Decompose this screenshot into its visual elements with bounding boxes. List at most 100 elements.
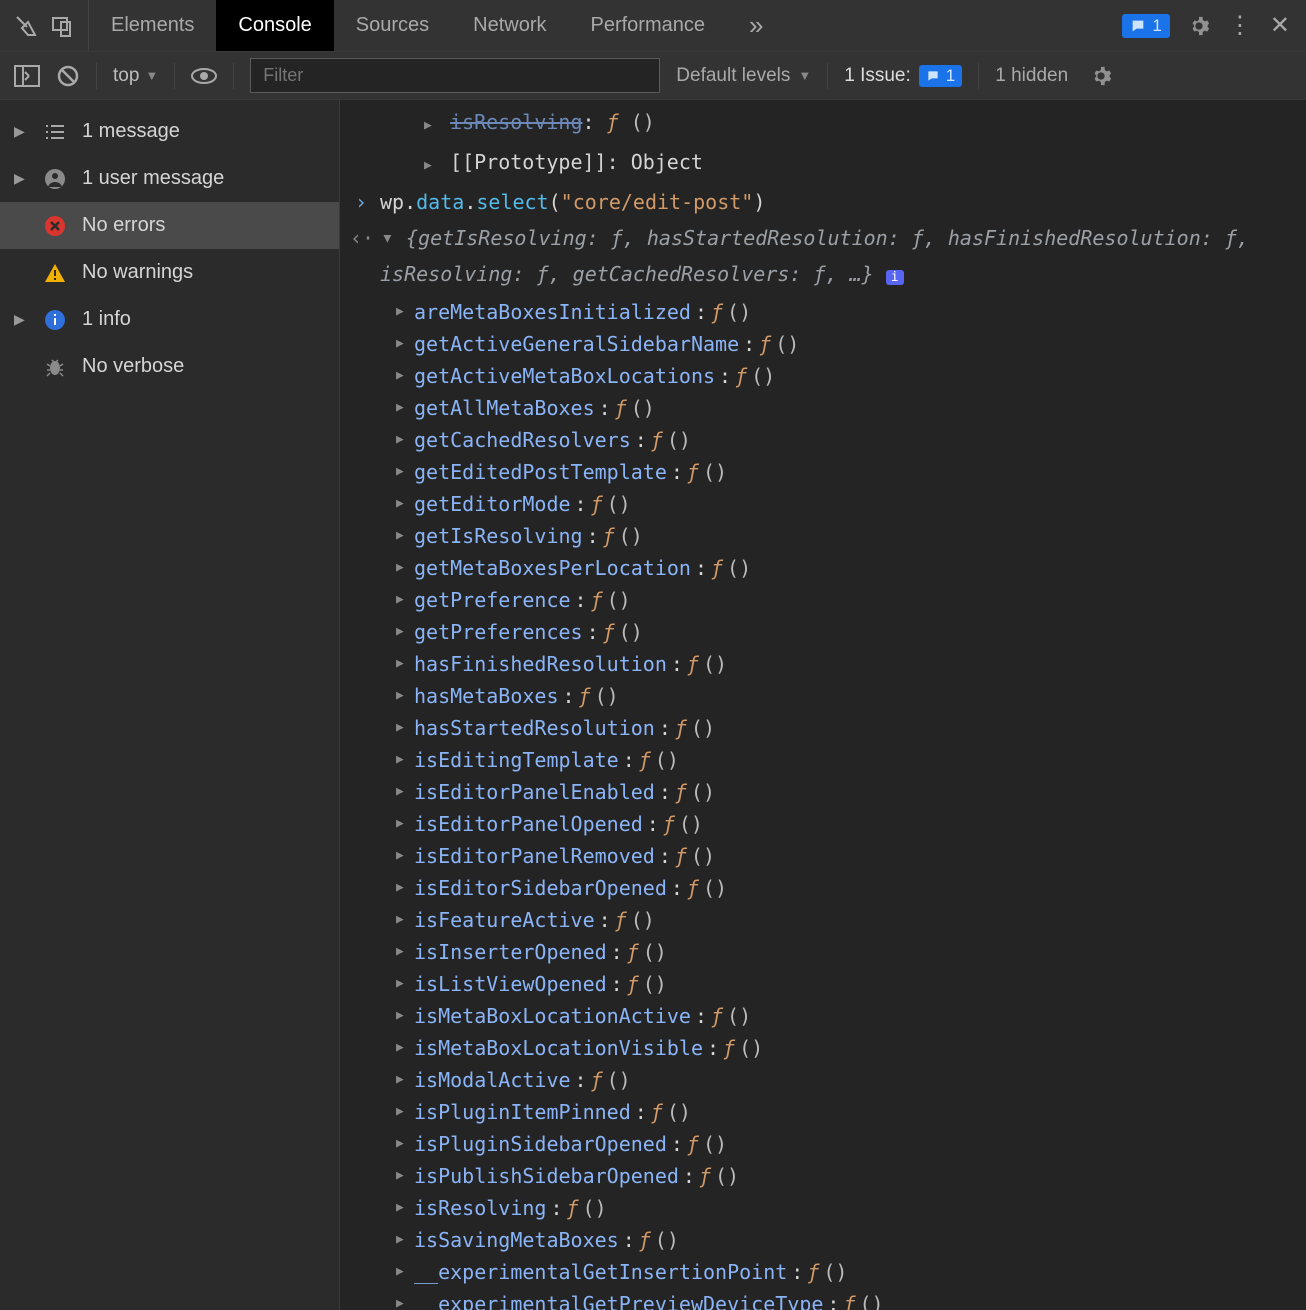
object-property-row[interactable]: ▶isModalActive: ƒ ()	[340, 1064, 1306, 1096]
object-property-row[interactable]: ▶isInserterOpened: ƒ ()	[340, 936, 1306, 968]
expand-arrow-icon[interactable]: ▶	[396, 296, 410, 328]
expand-arrow-icon[interactable]: ▶	[396, 328, 410, 360]
hidden-messages[interactable]: 1 hidden	[995, 65, 1068, 87]
issues-badge[interactable]: 1	[1122, 14, 1169, 38]
expand-arrow-icon[interactable]: ▶	[396, 904, 410, 936]
object-property-row[interactable]: ▶getMetaBoxesPerLocation: ƒ ()	[340, 552, 1306, 584]
expand-arrow-icon[interactable]: ▶	[396, 488, 410, 520]
device-toggle-icon[interactable]	[50, 14, 74, 38]
object-property-row[interactable]: ▶__experimentalGetPreviewDeviceType: ƒ (…	[340, 1288, 1306, 1310]
expand-arrow-icon[interactable]: ▶	[396, 360, 410, 392]
expand-arrow-icon[interactable]: ▶	[396, 680, 410, 712]
object-property-row[interactable]: ▶isPublishSidebarOpened: ƒ ()	[340, 1160, 1306, 1192]
sidebar-item[interactable]: No warnings	[0, 249, 339, 296]
expand-arrow-icon[interactable]: ▶	[396, 1288, 410, 1310]
context-label: top	[113, 65, 139, 87]
expand-arrow-icon[interactable]: ▶	[396, 1096, 410, 1128]
expand-arrow-icon[interactable]: ▶	[396, 616, 410, 648]
object-property-row[interactable]: ▶areMetaBoxesInitialized: ƒ ()	[340, 296, 1306, 328]
expand-arrow-icon[interactable]: ▶	[396, 776, 410, 808]
object-property-row[interactable]: ▶getActiveMetaBoxLocations: ƒ ()	[340, 360, 1306, 392]
object-property-row[interactable]: ▶getEditedPostTemplate: ƒ ()	[340, 456, 1306, 488]
expand-arrow-icon[interactable]: ▶	[396, 1192, 410, 1224]
expand-arrow-icon[interactable]: ▶	[396, 936, 410, 968]
object-property-row[interactable]: ▶isFeatureActive: ƒ ()	[340, 904, 1306, 936]
sidebar-item[interactable]: No errors	[0, 202, 339, 249]
tab-console[interactable]: Console	[216, 0, 333, 51]
issues-link[interactable]: 1 Issue: 1	[844, 65, 962, 87]
object-property-row[interactable]: ▶isMetaBoxLocationActive: ƒ ()	[340, 1000, 1306, 1032]
sidebar-toggle-icon[interactable]	[14, 65, 40, 87]
tab-elements[interactable]: Elements	[89, 0, 216, 51]
object-property-row[interactable]: ▶hasMetaBoxes: ƒ ()	[340, 680, 1306, 712]
expand-arrow-icon[interactable]: ▶	[396, 1128, 410, 1160]
live-expression-icon[interactable]	[191, 67, 217, 85]
close-devtools-icon[interactable]: ✕	[1270, 11, 1290, 40]
filter-input[interactable]	[250, 58, 660, 93]
object-property-row[interactable]: ▶getCachedResolvers: ƒ ()	[340, 424, 1306, 456]
info-icon	[42, 309, 68, 331]
expand-arrow-icon[interactable]: ▶	[424, 110, 438, 142]
chevron-down-icon: ▼	[798, 68, 811, 83]
object-property-row[interactable]: ▶getPreference: ƒ ()	[340, 584, 1306, 616]
kebab-menu-icon[interactable]: ⋮	[1228, 11, 1252, 40]
tab-overflow[interactable]: »	[727, 0, 785, 51]
expand-arrow-icon[interactable]: ▶	[396, 1000, 410, 1032]
divider	[174, 63, 175, 89]
sidebar-item[interactable]: ▶1 user message	[0, 155, 339, 202]
object-property-row[interactable]: ▶__experimentalGetInsertionPoint: ƒ ()	[340, 1256, 1306, 1288]
object-property-row[interactable]: ▶isPluginSidebarOpened: ƒ ()	[340, 1128, 1306, 1160]
expand-arrow-icon[interactable]: ▶	[396, 520, 410, 552]
expand-arrow-icon[interactable]: ▶	[396, 840, 410, 872]
inspect-icon[interactable]	[14, 14, 38, 38]
object-property-row[interactable]: ▶isEditorPanelEnabled: ƒ ()	[340, 776, 1306, 808]
object-property-row[interactable]: ▶getActiveGeneralSidebarName: ƒ ()	[340, 328, 1306, 360]
expand-arrow-icon[interactable]: ▶	[396, 872, 410, 904]
sidebar-item[interactable]: ▶1 message	[0, 108, 339, 155]
object-property-row[interactable]: ▶getIsResolving: ƒ ()	[340, 520, 1306, 552]
object-property-row[interactable]: ▶hasStartedResolution: ƒ ()	[340, 712, 1306, 744]
sidebar-item[interactable]: No verbose	[0, 343, 339, 390]
expand-arrow-icon[interactable]: ▶	[396, 1064, 410, 1096]
context-selector[interactable]: top ▼	[113, 65, 158, 87]
sidebar-item[interactable]: ▶1 info	[0, 296, 339, 343]
expand-arrow-icon[interactable]: ▶	[396, 712, 410, 744]
object-property-row[interactable]: ▶hasFinishedResolution: ƒ ()	[340, 648, 1306, 680]
object-property-row[interactable]: ▶isEditorPanelRemoved: ƒ ()	[340, 840, 1306, 872]
object-property-row[interactable]: ▶isEditorPanelOpened: ƒ ()	[340, 808, 1306, 840]
clear-console-icon[interactable]	[56, 64, 80, 88]
expand-arrow-icon[interactable]: ▶	[396, 424, 410, 456]
expand-arrow-icon[interactable]: ▶	[396, 1224, 410, 1256]
expand-arrow-icon[interactable]: ▶	[396, 456, 410, 488]
expand-arrow-icon[interactable]: ▶	[396, 1160, 410, 1192]
expand-arrow-icon[interactable]: ▶	[424, 150, 438, 182]
object-property-row[interactable]: ▶isSavingMetaBoxes: ƒ ()	[340, 1224, 1306, 1256]
object-property-row[interactable]: ▶getPreferences: ƒ ()	[340, 616, 1306, 648]
expand-arrow-icon[interactable]: ▶	[396, 1032, 410, 1064]
expand-arrow-icon[interactable]: ▶	[396, 968, 410, 1000]
expand-arrow-icon[interactable]: ▶	[396, 552, 410, 584]
object-property-row[interactable]: ▶isEditorSidebarOpened: ƒ ()	[340, 872, 1306, 904]
object-property-row[interactable]: ▶isListViewOpened: ƒ ()	[340, 968, 1306, 1000]
expand-arrow-icon[interactable]: ▶	[396, 1256, 410, 1288]
console-settings-icon[interactable]	[1090, 65, 1112, 87]
tab-performance[interactable]: Performance	[569, 0, 728, 51]
expand-arrow-icon[interactable]: ▶	[396, 648, 410, 680]
tab-network[interactable]: Network	[451, 0, 568, 51]
expand-arrow-icon[interactable]: ▶	[396, 584, 410, 616]
expand-arrow-icon[interactable]: ▶	[396, 392, 410, 424]
settings-icon[interactable]	[1188, 15, 1210, 37]
object-property-row[interactable]: ▶isMetaBoxLocationVisible: ƒ ()	[340, 1032, 1306, 1064]
info-badge-icon[interactable]: i	[886, 270, 904, 285]
log-level-selector[interactable]: Default levels ▼	[676, 65, 811, 87]
console-output[interactable]: ▶ isResolving: ƒ ()▶ [[Prototype]]: Obje…	[340, 100, 1306, 1310]
object-property-row[interactable]: ▶isResolving: ƒ ()	[340, 1192, 1306, 1224]
object-property-row[interactable]: ▶getEditorMode: ƒ ()	[340, 488, 1306, 520]
tab-sources[interactable]: Sources	[334, 0, 451, 51]
object-property-row[interactable]: ▶isPluginItemPinned: ƒ ()	[340, 1096, 1306, 1128]
collapse-arrow-icon[interactable]: ▶	[371, 235, 403, 249]
object-property-row[interactable]: ▶isEditingTemplate: ƒ ()	[340, 744, 1306, 776]
object-property-row[interactable]: ▶getAllMetaBoxes: ƒ ()	[340, 392, 1306, 424]
expand-arrow-icon[interactable]: ▶	[396, 808, 410, 840]
expand-arrow-icon[interactable]: ▶	[396, 744, 410, 776]
